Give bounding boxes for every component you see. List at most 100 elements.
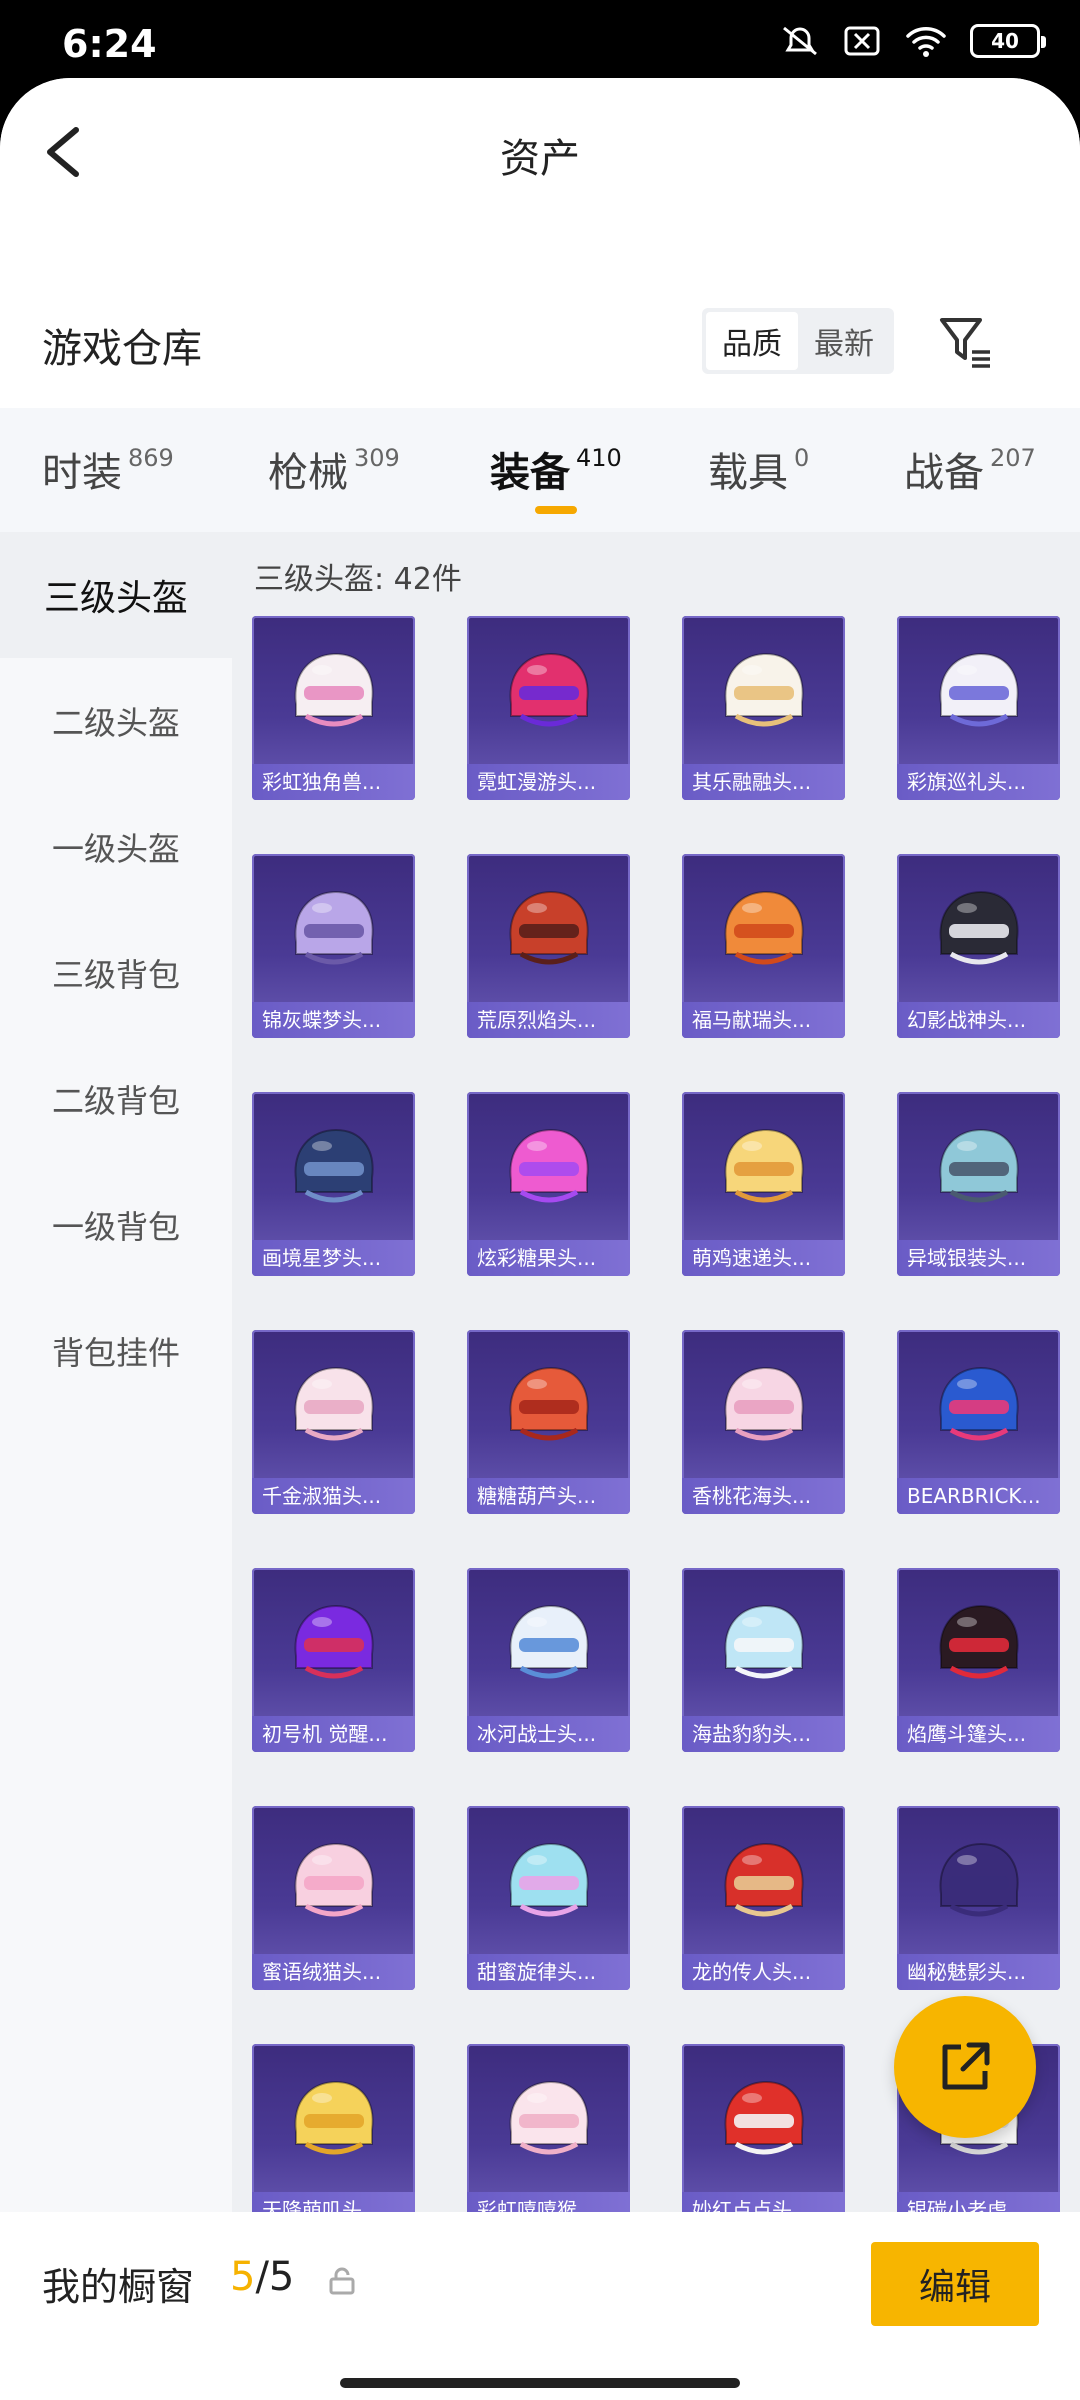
item-card[interactable]: 海盐豹豹头... xyxy=(682,1568,845,1752)
helmet-icon xyxy=(509,1842,589,1917)
helmet-icon xyxy=(509,2080,589,2155)
item-card[interactable]: 天降萌叽头... xyxy=(252,2044,415,2228)
item-name: 香桃花海头... xyxy=(682,1478,845,1514)
item-card[interactable]: BEARBRICK... xyxy=(897,1330,1060,1514)
item-card[interactable]: 彩虹独角兽... xyxy=(252,616,415,800)
item-grid: 彩虹独角兽... 霓虹漫游头... 其乐融融头... 彩旗巡礼头... 锦灰蝶梦头...… xyxy=(252,616,1062,2228)
item-name: 福马献瑞头... xyxy=(682,1002,845,1038)
item-name: 萌鸡速递头... xyxy=(682,1240,845,1276)
item-card[interactable]: 彩旗巡礼头... xyxy=(897,616,1060,800)
active-tab-indicator xyxy=(535,506,577,514)
helmet-icon xyxy=(509,890,589,965)
item-card[interactable]: 萌鸡速递头... xyxy=(682,1092,845,1276)
item-card[interactable]: 蜜语绒猫头... xyxy=(252,1806,415,1990)
sidebar: 三级头盔 二级头盔 一级头盔 三级背包 二级背包 一级背包 背包挂件 xyxy=(0,532,232,2292)
helmet-icon xyxy=(294,1128,374,1203)
item-name: 焰鹰斗篷头... xyxy=(897,1716,1060,1752)
sidebar-item-lv3-helmet[interactable]: 三级头盔 xyxy=(0,532,232,658)
helmet-icon xyxy=(724,652,804,727)
helmet-icon xyxy=(724,1128,804,1203)
helmet-icon xyxy=(509,1604,589,1679)
header: 资产 游戏仓库 品质 最新 xyxy=(0,78,1080,408)
status-bar: 6:24 40 xyxy=(0,0,1080,80)
tab-guns[interactable]: 枪械 309 xyxy=(268,440,400,498)
item-card[interactable]: 甜蜜旋律头... xyxy=(467,1806,630,1990)
item-name: 幽秘魅影头... xyxy=(897,1954,1060,1990)
item-name: 海盐豹豹头... xyxy=(682,1716,845,1752)
tab-label: 时装 xyxy=(42,450,122,496)
helmet-icon xyxy=(294,1604,374,1679)
helmet-icon xyxy=(939,1366,1019,1441)
item-card[interactable]: 霓虹漫游头... xyxy=(467,616,630,800)
list-count-title: 三级头盔: 42件 xyxy=(254,562,462,597)
item-card[interactable]: 焰鹰斗篷头... xyxy=(897,1568,1060,1752)
item-card[interactable]: 荒原烈焰头... xyxy=(467,854,630,1038)
filter-icon[interactable] xyxy=(938,314,994,370)
item-name: 彩虹独角兽... xyxy=(252,764,415,800)
item-card[interactable]: 福马献瑞头... xyxy=(682,854,845,1038)
status-icons: 40 xyxy=(780,24,1046,58)
item-card[interactable]: 锦灰蝶梦头... xyxy=(252,854,415,1038)
item-name: 幻影战神头... xyxy=(897,1002,1060,1038)
helmet-icon xyxy=(294,652,374,727)
item-name: 异域银装头... xyxy=(897,1240,1060,1276)
home-indicator[interactable] xyxy=(340,2378,740,2388)
item-card[interactable]: 香桃花海头... xyxy=(682,1330,845,1514)
item-card[interactable]: 炫彩糖果头... xyxy=(467,1092,630,1276)
tab-count: 410 xyxy=(576,444,622,472)
share-icon xyxy=(942,2042,990,2090)
item-card[interactable]: 其乐融融头... xyxy=(682,616,845,800)
tab-equipment[interactable]: 装备 410 xyxy=(490,440,622,498)
sort-toggle: 品质 最新 xyxy=(702,308,894,374)
item-name: 初号机 觉醒... xyxy=(252,1716,415,1752)
helmet-icon xyxy=(294,890,374,965)
item-card[interactable]: 幽秘魅影头... xyxy=(897,1806,1060,1990)
helmet-icon xyxy=(939,1128,1019,1203)
item-name: 彩旗巡礼头... xyxy=(897,764,1060,800)
sidebar-item-lv1-backpack[interactable]: 一级背包 xyxy=(0,1162,232,1288)
battery-icon: 40 xyxy=(970,24,1046,58)
tab-count: 0 xyxy=(794,444,810,472)
sidebar-item-lv2-backpack[interactable]: 二级背包 xyxy=(0,1036,232,1162)
tab-gear[interactable]: 战备 207 xyxy=(904,440,1036,498)
helmet-icon xyxy=(939,652,1019,727)
helmet-icon xyxy=(724,1604,804,1679)
battery-level: 40 xyxy=(991,29,1019,53)
tab-vehicles[interactable]: 载具 0 xyxy=(708,440,809,498)
item-name: BEARBRICK... xyxy=(897,1478,1060,1514)
item-card[interactable]: 冰河战士头... xyxy=(467,1568,630,1752)
item-name: 龙的传人头... xyxy=(682,1954,845,1990)
warehouse-title: 游戏仓库 xyxy=(42,326,202,372)
showcase-label: 我的橱窗 xyxy=(42,2265,195,2309)
item-card[interactable]: 画境星梦头... xyxy=(252,1092,415,1276)
item-name: 霓虹漫游头... xyxy=(467,764,630,800)
item-card[interactable]: 初号机 觉醒... xyxy=(252,1568,415,1752)
item-card[interactable]: 糖糖葫芦头... xyxy=(467,1330,630,1514)
helmet-icon xyxy=(724,890,804,965)
item-card[interactable]: 妙红点点头... xyxy=(682,2044,845,2228)
sidebar-item-lv1-helmet[interactable]: 一级头盔 xyxy=(0,784,232,910)
helmet-icon xyxy=(294,2080,374,2155)
sort-quality-button[interactable]: 品质 xyxy=(706,312,798,370)
item-card[interactable]: 龙的传人头... xyxy=(682,1806,845,1990)
item-name: 蜜语绒猫头... xyxy=(252,1954,415,1990)
lock-icon xyxy=(329,2267,355,2295)
sort-newest-button[interactable]: 最新 xyxy=(798,312,890,370)
tab-fashion[interactable]: 时装 869 xyxy=(42,440,174,498)
share-button[interactable] xyxy=(894,1996,1036,2138)
category-tabs: 时装 869 枪械 309 装备 410 载具 0 战备 207 xyxy=(0,408,1080,532)
item-name: 其乐融融头... xyxy=(682,764,845,800)
item-card[interactable]: 异域银装头... xyxy=(897,1092,1060,1276)
item-card[interactable]: 幻影战神头... xyxy=(897,854,1060,1038)
sidebar-item-backpack-charm[interactable]: 背包挂件 xyxy=(0,1288,232,1414)
helmet-icon xyxy=(939,890,1019,965)
helmet-icon xyxy=(724,1842,804,1917)
helmet-icon xyxy=(509,652,589,727)
item-card[interactable]: 千金淑猫头... xyxy=(252,1330,415,1514)
helmet-icon xyxy=(939,1604,1019,1679)
no-sim-icon xyxy=(844,26,880,56)
sidebar-item-lv2-helmet[interactable]: 二级头盔 xyxy=(0,658,232,784)
edit-button[interactable]: 编辑 xyxy=(871,2242,1039,2326)
sidebar-item-lv3-backpack[interactable]: 三级背包 xyxy=(0,910,232,1036)
item-card[interactable]: 彩虹嘻嘻猴... xyxy=(467,2044,630,2228)
